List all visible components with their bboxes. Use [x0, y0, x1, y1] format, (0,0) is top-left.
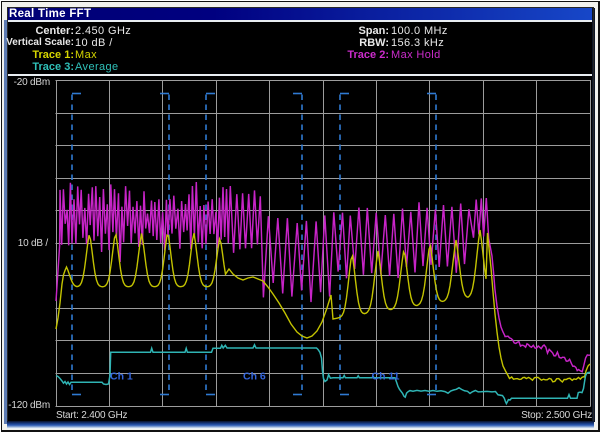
- svg-text:Ch 1: Ch 1: [110, 371, 133, 383]
- svg-text:Ch 11: Ch 11: [372, 371, 400, 383]
- svg-text:Ch 6: Ch 6: [243, 371, 266, 383]
